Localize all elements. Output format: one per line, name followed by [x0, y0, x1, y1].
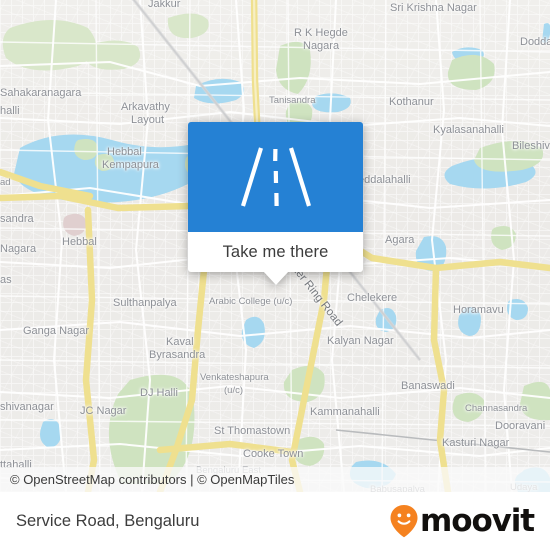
attribution-text[interactable]: © OpenStreetMap contributors | © OpenMap…: [0, 472, 294, 487]
map-place-label: R K Hegde: [294, 27, 348, 39]
map-place-label: Venkateshapura: [200, 372, 269, 383]
moovit-pin-smiley-icon: [390, 505, 418, 538]
map-place-label: (u/c): [224, 385, 243, 396]
map-place-label: Nagara: [0, 243, 37, 255]
map-place-label: Arabic College (u/c): [209, 296, 293, 307]
map-place-label: Ganga Nagar: [23, 325, 90, 337]
moovit-map-screenshot: Jakkur Sri Krishna Nagar R K Hegde Nagara Do…: [0, 0, 550, 550]
bottom-bar: Service Road, Bengaluru moovit: [0, 492, 550, 550]
map-place-label: halli: [0, 105, 20, 117]
take-me-there-button[interactable]: Take me there: [188, 232, 363, 272]
map-attribution-bar: © OpenStreetMap contributors | © OpenMap…: [0, 467, 550, 492]
map-place-label: Cooke Town: [243, 448, 304, 460]
map-place-label: shivanagar: [0, 401, 54, 413]
map-place-label: ad: [0, 177, 11, 188]
map-place-label: Kempapura: [102, 159, 159, 171]
moovit-wordmark: moovit: [420, 503, 535, 539]
map-place-label: Layout: [131, 114, 165, 126]
card-pointer-tail: [262, 271, 289, 285]
map-place-label: Nagara: [303, 40, 340, 52]
map-place-label: Banaswadi: [401, 380, 455, 392]
moovit-logo[interactable]: moovit: [389, 503, 535, 539]
card-image: [188, 122, 363, 232]
map-canvas[interactable]: Jakkur Sri Krishna Nagar R K Hegde Nagara Do…: [0, 0, 550, 492]
map-place-label: Dooravani: [495, 420, 546, 432]
map-place-label: eddalahalli: [358, 174, 411, 186]
map-place-label: Hebbal: [62, 236, 97, 248]
place-popup-card[interactable]: Take me there: [188, 122, 363, 285]
map-place-label: Channasandra: [465, 403, 528, 414]
map-place-label: Sahakaranagara: [0, 87, 82, 99]
map-place-label: Tanisandra: [269, 95, 316, 106]
map-place-label: Jakkur: [148, 0, 181, 10]
map-place-label: Chelekere: [347, 292, 398, 304]
map-place-label: DJ Halli: [140, 387, 178, 399]
map-place-label: sandra: [0, 213, 34, 225]
map-place-label: Bileshiv: [512, 140, 550, 152]
map-place-label: Hebbal: [107, 146, 142, 158]
map-place-label: Horamavu: [453, 304, 504, 316]
map-place-label: Kaval: [166, 336, 194, 348]
map-place-label: Kyalasanahalli: [433, 124, 504, 136]
page-title: Service Road, Bengaluru: [16, 511, 200, 530]
map-place-label: Dodda: [520, 36, 550, 48]
map-place-label: Arkavathy: [121, 101, 170, 113]
map-place-label: St Thomastown: [214, 425, 291, 437]
map-place-label: Agara: [385, 234, 415, 246]
map-place-label: JC Nagar: [80, 405, 127, 417]
road-icon: [240, 147, 311, 207]
map-place-label: Sulthanpalya: [113, 297, 177, 309]
map-place-label: Kothanur: [389, 96, 434, 108]
map-place-label: Sri Krishna Nagar: [390, 2, 477, 14]
map-place-label: Kalyan Nagar: [327, 335, 394, 347]
map-place-label: Byrasandra: [149, 349, 206, 361]
map-place-label: Kasturi Nagar: [442, 437, 510, 449]
map-place-label: as: [0, 274, 12, 286]
map-place-label: Kammanahalli: [310, 406, 380, 418]
